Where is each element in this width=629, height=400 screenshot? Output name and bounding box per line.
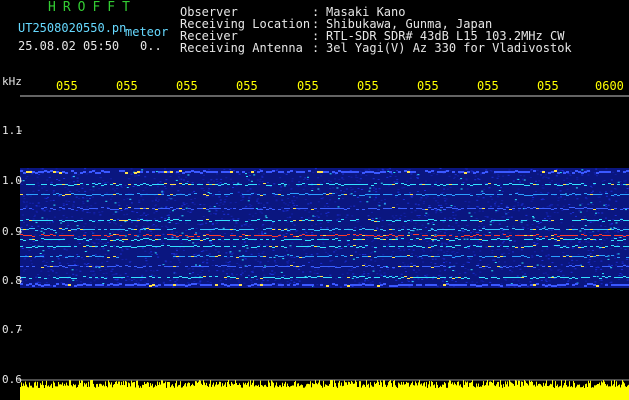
app-title: HROFFT [48, 0, 137, 15]
spectrogram-plot [0, 0, 629, 400]
x-tick-1: 055 [56, 79, 78, 93]
y-label-0-7: 0.7 [2, 323, 22, 336]
noise-band [20, 168, 629, 288]
file-suffix: meteor [125, 25, 169, 39]
x-tick-9: 055 [537, 79, 559, 93]
y-label-1-0: 1.0 [2, 174, 22, 187]
x-tick-4: 055 [236, 79, 258, 93]
counter: 0.. [140, 39, 162, 53]
date-time: 25.08.02 05:50 [18, 39, 120, 53]
x-tick-2: 055 [116, 79, 138, 93]
y-label-0-6: 0.6 [2, 373, 22, 386]
antenna-value: 3el Yagi(V) Az 330 for Vladivostok [326, 41, 572, 55]
x-tick-7: 055 [417, 79, 439, 93]
x-tick-10: 0600 [595, 79, 624, 93]
unit-label: kHz [2, 75, 22, 88]
noise-background [20, 168, 629, 288]
y-label-0-9: 0.9 [2, 225, 22, 238]
file-name: UT2508020550.pn [18, 21, 127, 35]
y-label-1-1: 1.1 [2, 124, 22, 137]
x-tick-6: 055 [357, 79, 379, 93]
x-tick-5: 055 [297, 79, 319, 93]
y-label-0-8: 0.8 [2, 274, 22, 287]
antenna-label: Receiving Antenna [180, 41, 303, 55]
x-tick-8: 055 [477, 79, 499, 93]
antenna-sep: : [312, 41, 320, 55]
x-tick-3: 055 [176, 79, 198, 93]
